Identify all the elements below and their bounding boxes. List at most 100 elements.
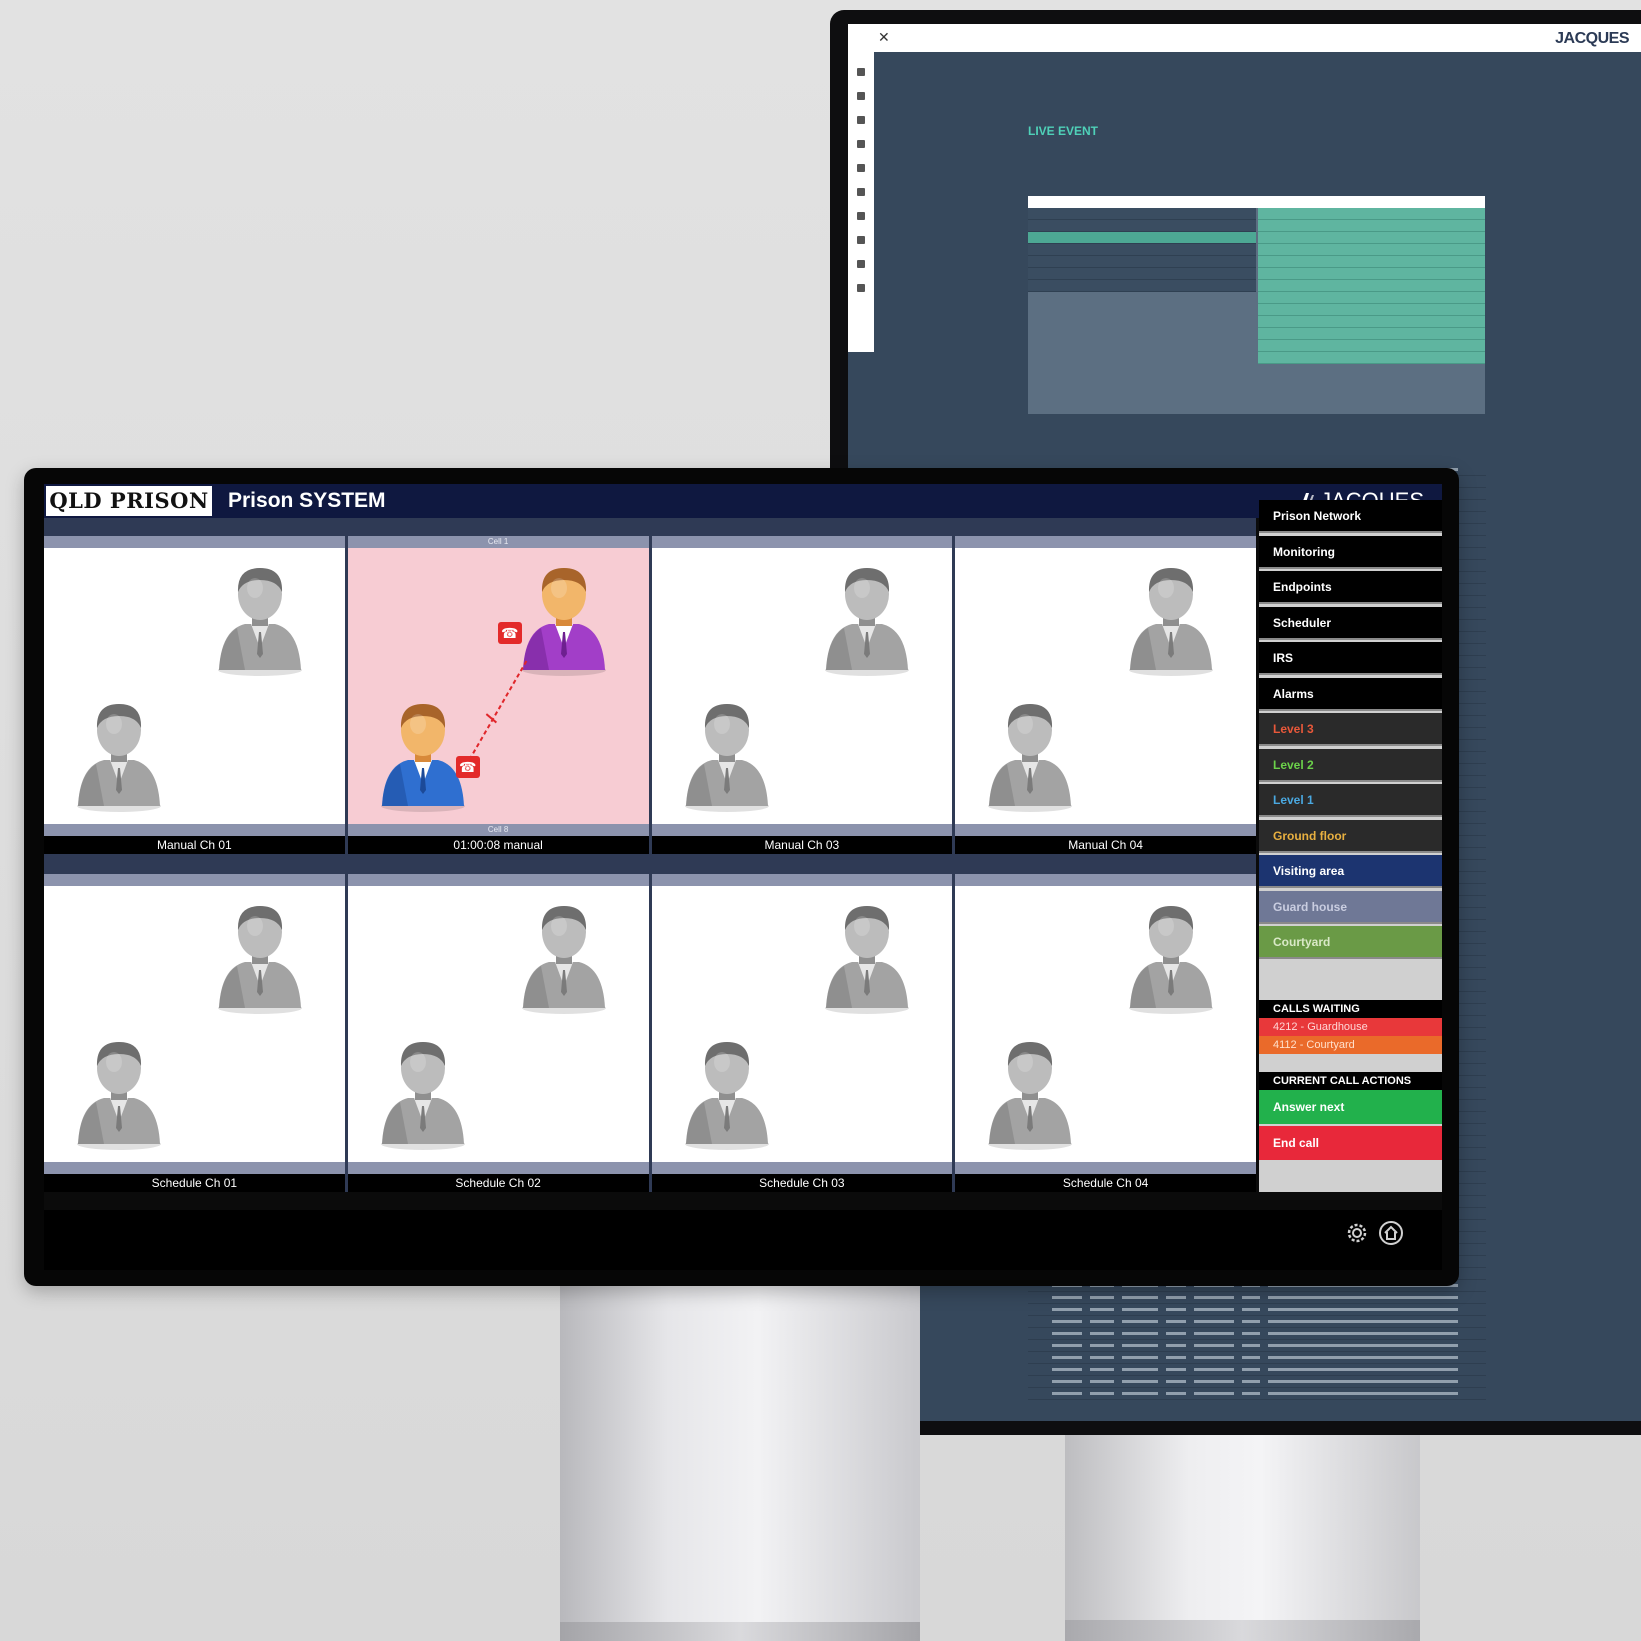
sidebar-icon[interactable] <box>857 164 865 172</box>
table-row[interactable] <box>1028 1364 1486 1376</box>
table-cell <box>1242 1356 1260 1359</box>
person-silhouette-icon <box>684 1042 769 1150</box>
table-cell <box>1268 1392 1458 1395</box>
table-cell <box>1242 1296 1260 1299</box>
list-item[interactable] <box>1258 280 1485 292</box>
list-item[interactable] <box>1258 256 1485 268</box>
list-item[interactable] <box>1258 232 1485 244</box>
channel-label: Schedule Ch 02 <box>347 1174 649 1192</box>
menu-item[interactable]: Endpoints <box>1259 571 1442 604</box>
list-item[interactable] <box>1258 244 1485 256</box>
channel-label: 01:00:08 manual <box>347 836 649 854</box>
table-row[interactable] <box>1028 1388 1486 1400</box>
table-row[interactable] <box>1028 1316 1486 1328</box>
channel-tile[interactable]: Manual Ch 04 <box>955 536 1256 854</box>
menu-item[interactable]: IRS <box>1259 642 1442 675</box>
tile-bottom-caption <box>651 1162 953 1174</box>
list-item[interactable] <box>1258 268 1485 280</box>
menu-item[interactable]: Alarms <box>1259 677 1442 711</box>
sidebar-icon[interactable] <box>857 260 865 268</box>
list-item[interactable] <box>1028 268 1256 280</box>
menu-item[interactable]: Scheduler <box>1259 606 1442 640</box>
table-row[interactable] <box>1028 1376 1486 1388</box>
list-item[interactable] <box>1028 256 1256 268</box>
menu-item[interactable]: Level 1 <box>1259 784 1442 817</box>
list-item[interactable] <box>1258 328 1485 340</box>
tile-top-caption <box>44 536 345 548</box>
list-item[interactable] <box>1258 208 1485 220</box>
sidebar-icon[interactable] <box>857 284 865 292</box>
table-cell <box>1194 1296 1234 1299</box>
list-item[interactable] <box>1258 304 1485 316</box>
channel-tile[interactable]: Manual Ch 03 <box>651 536 953 854</box>
table-cell <box>1242 1392 1260 1395</box>
list-item[interactable] <box>1258 220 1485 232</box>
list-item[interactable] <box>1028 220 1256 232</box>
settings-icon[interactable] <box>1344 1220 1370 1246</box>
answer-next-button[interactable]: Answer next <box>1259 1089 1442 1124</box>
channel-grid: Manual Ch 01 Cell 1 ☎ ☎ Cell 8 01:00:08 manu… <box>44 536 1256 1192</box>
channel-tile[interactable]: Schedule Ch 04 <box>955 874 1256 1192</box>
person-silhouette-icon <box>77 704 161 812</box>
menu-item[interactable]: Level 3 <box>1259 713 1442 746</box>
person-silhouette-icon <box>684 704 769 812</box>
app-title: Prison SYSTEM <box>228 489 386 512</box>
menu-item[interactable]: Ground floor <box>1259 819 1442 853</box>
list-item[interactable] <box>1028 208 1256 220</box>
table-cell <box>1122 1392 1158 1395</box>
channel-tile[interactable]: Schedule Ch 02 <box>347 874 649 1192</box>
available-list <box>1028 208 1256 292</box>
list-item[interactable] <box>1258 292 1485 304</box>
menu-item[interactable]: Monitoring <box>1259 535 1442 569</box>
channel-tile[interactable]: Schedule Ch 03 <box>651 874 953 1192</box>
close-icon[interactable]: ✕ <box>878 29 890 46</box>
list-item[interactable] <box>1258 316 1485 328</box>
back-monitor-foot <box>1065 1620 1420 1641</box>
sidebar-icon[interactable] <box>857 68 865 76</box>
tile-bottom-caption <box>955 1162 1256 1174</box>
menu-item[interactable]: Level 2 <box>1259 748 1442 782</box>
back-topbar: ✕ JACQUES <box>848 24 1641 52</box>
list-item-selected[interactable] <box>1028 232 1256 244</box>
person-silhouette-icon <box>1129 906 1213 1014</box>
waiting-call-item[interactable]: 4112 - Courtyard <box>1259 1035 1442 1054</box>
channel-tile[interactable]: Manual Ch 01 <box>44 536 345 854</box>
table-cell <box>1242 1320 1260 1323</box>
list-item[interactable] <box>1258 340 1485 352</box>
table-row[interactable] <box>1028 1340 1486 1352</box>
table-cell <box>1242 1332 1260 1335</box>
front-monitor-foot <box>560 1622 920 1641</box>
hangup-phone-icon[interactable]: ☎ <box>455 756 480 778</box>
sidebar-icon[interactable] <box>857 212 865 220</box>
table-row[interactable] <box>1028 1292 1486 1304</box>
waiting-call-item[interactable]: 4212 - Guardhouse <box>1259 1017 1442 1036</box>
table-row[interactable] <box>1028 1352 1486 1364</box>
sidebar-icon[interactable] <box>857 116 865 124</box>
list-item[interactable] <box>1028 244 1256 256</box>
table-row[interactable] <box>1028 1328 1486 1340</box>
sidebar-icon[interactable] <box>857 92 865 100</box>
sidebar-icon[interactable] <box>857 188 865 196</box>
end-call-button[interactable]: End call <box>1259 1125 1442 1160</box>
menu-item[interactable]: Prison Network <box>1259 500 1442 533</box>
list-item[interactable] <box>1028 280 1256 292</box>
table-cell <box>1166 1356 1186 1359</box>
channel-tile[interactable]: Schedule Ch 01 <box>44 874 345 1192</box>
channel-tile[interactable]: Cell 1 ☎ ☎ Cell 8 01:00:08 manual <box>347 536 649 854</box>
list-item[interactable] <box>1258 352 1485 364</box>
menu-item[interactable]: Guard house <box>1259 890 1442 924</box>
menu-item[interactable]: Courtyard <box>1259 926 1442 959</box>
sidebar-icon[interactable] <box>857 140 865 148</box>
table-cell <box>1194 1380 1234 1383</box>
menu-item[interactable]: Visiting area <box>1259 855 1442 888</box>
table-cell <box>1166 1344 1186 1347</box>
table-cell <box>1090 1308 1114 1311</box>
current-call-actions-title: CURRENT CALL ACTIONS <box>1259 1071 1442 1090</box>
channel-label: Schedule Ch 01 <box>44 1174 345 1192</box>
sidebar-icon[interactable] <box>857 236 865 244</box>
home-icon[interactable] <box>1378 1220 1404 1246</box>
table-row[interactable] <box>1028 1304 1486 1316</box>
sub-bar <box>44 518 1256 536</box>
table-cell <box>1194 1368 1234 1371</box>
hangup-phone-icon[interactable]: ☎ <box>497 622 522 644</box>
